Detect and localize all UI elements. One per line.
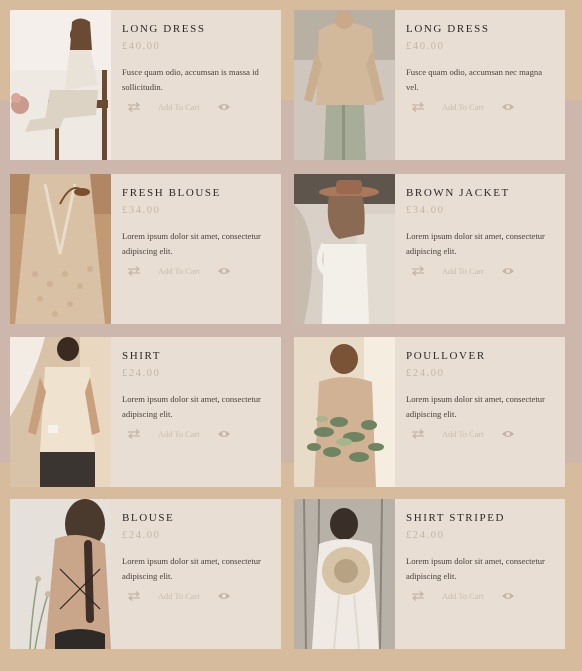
swap-arrows-icon[interactable] bbox=[411, 591, 425, 601]
add-to-cart-button[interactable]: Add To Cart bbox=[442, 103, 484, 112]
product-title[interactable]: POULLOVER bbox=[406, 349, 554, 363]
eye-icon[interactable] bbox=[217, 591, 231, 601]
product-title[interactable]: LONG DRESS bbox=[122, 22, 270, 36]
product-photo[interactable] bbox=[294, 499, 395, 649]
eye-icon[interactable] bbox=[501, 591, 515, 601]
product-price: £34.00 bbox=[122, 205, 161, 216]
product-price: £40.00 bbox=[406, 41, 445, 52]
add-to-cart-button[interactable]: Add To Cart bbox=[158, 103, 200, 112]
product-actions: Add To Cart bbox=[122, 429, 270, 439]
add-to-cart-button[interactable]: Add To Cart bbox=[158, 430, 200, 439]
product-card[interactable]: FRESH BLOUSE £34.00 Lorem ipsum dolor si… bbox=[10, 174, 281, 324]
eye-icon[interactable] bbox=[217, 429, 231, 439]
eye-icon[interactable] bbox=[501, 429, 515, 439]
eye-icon[interactable] bbox=[217, 266, 231, 276]
product-photo[interactable] bbox=[294, 174, 395, 324]
product-actions: Add To Cart bbox=[122, 102, 270, 112]
product-title[interactable]: FRESH BLOUSE bbox=[122, 186, 270, 200]
product-description: Lorem ipsum dolor sit amet, consectetur … bbox=[406, 394, 545, 419]
swap-arrows-icon[interactable] bbox=[411, 102, 425, 112]
add-to-cart-button[interactable]: Add To Cart bbox=[158, 267, 200, 276]
product-actions: Add To Cart bbox=[406, 102, 554, 112]
product-price: £24.00 bbox=[406, 530, 445, 541]
add-to-cart-button[interactable]: Add To Cart bbox=[442, 430, 484, 439]
product-title[interactable]: SHIRT STRIPED bbox=[406, 511, 554, 525]
product-price: £24.00 bbox=[122, 530, 161, 541]
swap-arrows-icon[interactable] bbox=[411, 429, 425, 439]
eye-icon[interactable] bbox=[501, 266, 515, 276]
product-title[interactable]: LONG DRESS bbox=[406, 22, 554, 36]
swap-arrows-icon[interactable] bbox=[127, 102, 141, 112]
swap-arrows-icon[interactable] bbox=[411, 266, 425, 276]
product-title[interactable]: SHIRT bbox=[122, 349, 270, 363]
eye-icon[interactable] bbox=[501, 102, 515, 112]
product-description: Lorem ipsum dolor sit amet, consectetur … bbox=[406, 231, 545, 256]
product-price: £24.00 bbox=[122, 368, 161, 379]
product-card[interactable]: BROWN JACKET £34.00 Lorem ipsum dolor si… bbox=[294, 174, 565, 324]
product-title[interactable]: BLOUSE bbox=[122, 511, 270, 525]
product-photo[interactable] bbox=[10, 174, 111, 324]
product-price: £34.00 bbox=[406, 205, 445, 216]
product-description: Lorem ipsum dolor sit amet, consectetur … bbox=[122, 556, 261, 581]
product-actions: Add To Cart bbox=[406, 591, 554, 601]
product-description: Fusce quam odio, accumsan is massa id so… bbox=[122, 67, 259, 92]
product-card[interactable]: BLOUSE £24.00 Lorem ipsum dolor sit amet… bbox=[10, 499, 281, 649]
product-photo[interactable] bbox=[294, 337, 395, 487]
product-actions: Add To Cart bbox=[406, 429, 554, 439]
add-to-cart-button[interactable]: Add To Cart bbox=[442, 592, 484, 601]
product-description: Lorem ipsum dolor sit amet, consectetur … bbox=[406, 556, 545, 581]
product-card[interactable]: LONG DRESS £40.00 Fusce quam odio, accum… bbox=[10, 10, 281, 160]
product-actions: Add To Cart bbox=[122, 266, 270, 276]
swap-arrows-icon[interactable] bbox=[127, 266, 141, 276]
swap-arrows-icon[interactable] bbox=[127, 591, 141, 601]
product-card[interactable]: LONG DRESS £40.00 Fusce quam odio, accum… bbox=[294, 10, 565, 160]
product-title[interactable]: BROWN JACKET bbox=[406, 186, 554, 200]
product-actions: Add To Cart bbox=[406, 266, 554, 276]
product-price: £40.00 bbox=[122, 41, 161, 52]
eye-icon[interactable] bbox=[217, 102, 231, 112]
product-price: £24.00 bbox=[406, 368, 445, 379]
add-to-cart-button[interactable]: Add To Cart bbox=[158, 592, 200, 601]
product-grid: LONG DRESS £40.00 Fusce quam odio, accum… bbox=[0, 0, 582, 671]
product-photo[interactable] bbox=[294, 10, 395, 160]
product-card[interactable]: SHIRT £24.00 Lorem ipsum dolor sit amet,… bbox=[10, 337, 281, 487]
product-card[interactable]: SHIRT STRIPED £24.00 Lorem ipsum dolor s… bbox=[294, 499, 565, 649]
product-actions: Add To Cart bbox=[122, 591, 270, 601]
product-photo[interactable] bbox=[10, 337, 111, 487]
product-photo[interactable] bbox=[10, 10, 111, 160]
product-photo[interactable] bbox=[10, 499, 111, 649]
product-description: Lorem ipsum dolor sit amet, consectetur … bbox=[122, 394, 261, 419]
swap-arrows-icon[interactable] bbox=[127, 429, 141, 439]
product-description: Lorem ipsum dolor sit amet, consectetur … bbox=[122, 231, 261, 256]
product-card[interactable]: POULLOVER £24.00 Lorem ipsum dolor sit a… bbox=[294, 337, 565, 487]
product-description: Fusce quam odio, accumsan nec magna vel. bbox=[406, 67, 543, 92]
add-to-cart-button[interactable]: Add To Cart bbox=[442, 267, 484, 276]
